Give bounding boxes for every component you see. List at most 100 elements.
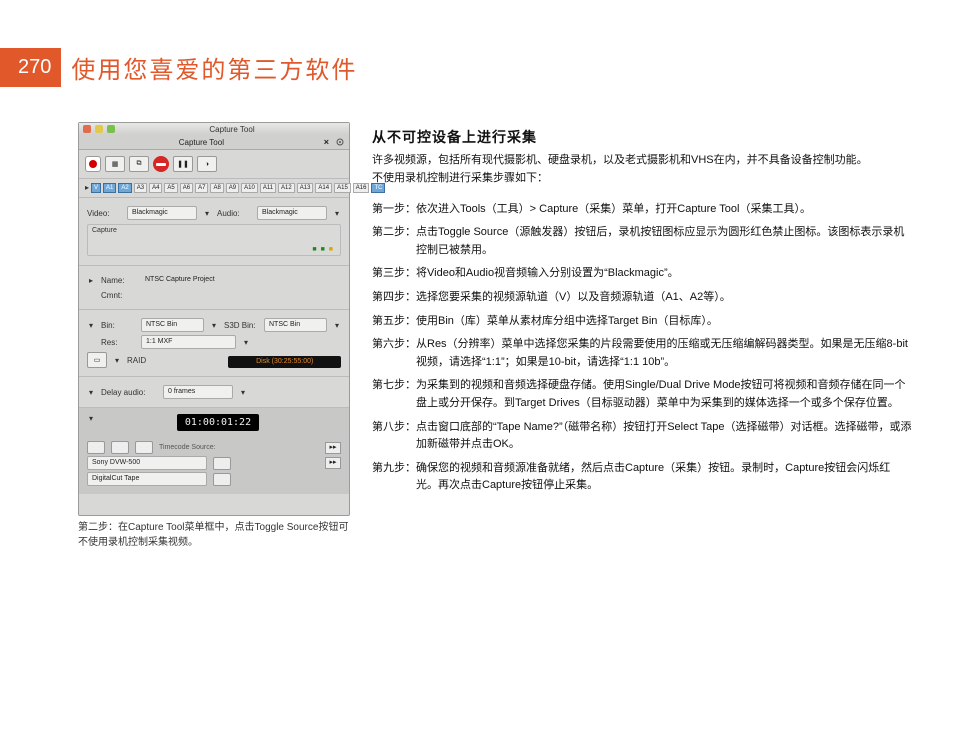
traffic-light-min-icon — [95, 125, 103, 133]
step-text: 选择您要采集的视频源轨道（V）以及音频源轨道（A1、A2等）。 — [416, 286, 912, 310]
track-button[interactable]: A3 — [134, 183, 147, 193]
list-item: 第五步：使用Bin（库）菜单从素材库分组中选择Target Bin（目标库）。 — [372, 310, 912, 334]
step-label: 第三步： — [372, 262, 416, 286]
body-text: 不使用录机控制进行采集步骤如下： — [372, 172, 548, 184]
track-button[interactable]: A8 — [210, 183, 223, 193]
disclosure-icon[interactable]: ▾ — [87, 388, 95, 397]
step-text: 将Video和Audio视音频输入分别设置为“Blackmagic”。 — [416, 262, 912, 286]
tc-button[interactable] — [213, 457, 231, 470]
page-title: 使用您喜爱的第三方软件 — [71, 50, 357, 85]
tc-source-dropdown[interactable]: Sony DVW-500 — [87, 456, 207, 470]
track-button[interactable]: A4 — [149, 183, 162, 193]
res-label: Res: — [101, 338, 135, 347]
disclosure-icon[interactable]: ▸ — [87, 276, 95, 285]
raid-label: RAID — [127, 356, 146, 365]
chevron-down-icon[interactable]: ▾ — [242, 338, 250, 347]
capture-preview: Capture ■ ■ ■ — [87, 224, 341, 256]
list-item: 第九步：确保您的视频和音频源准备就绪，然后点击Capture（采集）按钮。录制时… — [372, 457, 912, 498]
tc-button[interactable] — [87, 441, 105, 454]
bin-dropdown[interactable]: NTSC Bin — [141, 318, 204, 332]
delay-audio-label: Delay audio: — [101, 388, 157, 397]
track-button[interactable]: A9 — [226, 183, 239, 193]
track-button[interactable]: A6 — [180, 183, 193, 193]
list-item: 第一步：依次进入Tools（工具）> Capture（采集）菜单，打开Captu… — [372, 198, 912, 222]
tool-button[interactable]: ▦ — [105, 156, 125, 172]
cmnt-label: Cmnt: — [101, 291, 135, 300]
step-label: 第八步： — [372, 416, 416, 457]
traffic-light-close-icon — [83, 125, 91, 133]
step-text: 点击窗口底部的“Tape Name?”（磁带名称）按钮打开Select Tape… — [416, 416, 912, 457]
tool-title: Capture Tool — [79, 138, 324, 147]
list-item: 第二步：点击Toggle Source（源触发器）按钮后，录机按钮图标应显示为圆… — [372, 221, 912, 262]
cmnt-field[interactable] — [141, 289, 341, 301]
step-button[interactable]: ▸▸ — [325, 442, 341, 454]
pause-button[interactable]: ❚❚ — [173, 156, 193, 172]
step-button[interactable]: ▸▸ — [325, 457, 341, 469]
video-source-dropdown[interactable]: Blackmagic — [127, 206, 197, 220]
bin-label: Bin: — [101, 321, 135, 330]
window-titlebar: Capture Tool — [79, 123, 349, 135]
track-button[interactable]: A2 — [118, 183, 131, 193]
body-text: 许多视频源，包括所有现代摄影机、硬盘录机，以及老式摄影机和VHS在内，并不具备设… — [372, 154, 868, 166]
chevron-down-icon[interactable]: ▾ — [239, 388, 247, 397]
step-text: 点击Toggle Source（源触发器）按钮后，录机按钮图标应显示为圆形红色禁… — [416, 221, 912, 262]
disclosure-icon[interactable]: ▸ — [85, 183, 89, 193]
close-icon[interactable]: × — [324, 137, 329, 147]
disclosure-icon[interactable]: ▾ — [87, 414, 95, 423]
gear-icon[interactable] — [335, 137, 345, 147]
track-button[interactable]: A11 — [260, 183, 276, 193]
name-field[interactable]: NTSC Capture Project — [141, 274, 341, 286]
track-button[interactable]: A16 — [353, 183, 370, 193]
step-label: 第九步： — [372, 457, 416, 498]
res-dropdown[interactable]: 1:1 MXF — [141, 335, 236, 349]
track-button[interactable]: A7 — [195, 183, 208, 193]
track-button[interactable]: A15 — [334, 183, 351, 193]
chevron-down-icon[interactable]: ▾ — [333, 209, 341, 218]
steps-list: 第一步：依次进入Tools（工具）> Capture（采集）菜单，打开Captu… — [372, 198, 912, 498]
tc-button[interactable] — [135, 441, 153, 454]
track-button[interactable]: A10 — [241, 183, 258, 193]
drive-mode-button[interactable]: ▭ — [87, 352, 107, 368]
page-number-badge: 270 — [0, 48, 61, 87]
track-button[interactable]: A1 — [103, 183, 116, 193]
video-label: Video: — [87, 209, 121, 218]
track-selector-row: ▸ V A1 A2 A3 A4 A5 A6 A7 A8 A9 A10 A11 A… — [79, 179, 349, 198]
list-item: 第七步：为采集到的视频和音频选择硬盘存储。使用Single/Dual Drive… — [372, 374, 912, 415]
audio-source-dropdown[interactable]: Blackmagic — [257, 206, 327, 220]
chevron-down-icon[interactable]: ▾ — [113, 356, 121, 365]
track-button[interactable]: V — [91, 183, 101, 193]
audio-label: Audio: — [217, 209, 251, 218]
track-button[interactable]: A14 — [315, 183, 332, 193]
capture-label: Capture — [92, 227, 117, 234]
s3d-bin-dropdown[interactable]: NTSC Bin — [264, 318, 327, 332]
tape-name-button[interactable]: DigitalCut Tape — [87, 472, 207, 486]
chevron-down-icon[interactable]: ▾ — [210, 321, 218, 330]
tool-button[interactable]: ⧉ — [129, 156, 149, 172]
timecode-section: ▾ 01:00:01:22 Timecode Source: ▸▸ Sony D… — [79, 408, 349, 494]
toggle-source-no-entry-icon[interactable] — [153, 156, 169, 172]
track-button[interactable]: A5 — [164, 183, 177, 193]
capture-tool-screenshot: Capture Tool Capture Tool × ▦ ⧉ ❚❚ ◑ ▸ V… — [78, 122, 350, 516]
window-title: Capture Tool — [119, 125, 345, 134]
list-item: 第六步：从Res（分辨率）菜单中选择您采集的片段需要使用的压缩或无压缩编解码器类… — [372, 333, 912, 374]
tc-button[interactable] — [111, 441, 129, 454]
section-heading: 从不可控设备上进行采集 — [372, 126, 912, 148]
record-button[interactable] — [85, 156, 101, 172]
step-label: 第七步： — [372, 374, 416, 415]
track-button[interactable]: A13 — [297, 183, 314, 193]
tc-button[interactable] — [213, 473, 231, 486]
traffic-light-zoom-icon — [107, 125, 115, 133]
step-label: 第一步： — [372, 198, 416, 222]
step-text: 为采集到的视频和音频选择硬盘存储。使用Single/Dual Drive Mod… — [416, 374, 912, 415]
track-button[interactable]: A12 — [278, 183, 295, 193]
disclosure-icon[interactable]: ▾ — [87, 321, 95, 330]
timecode-display: 01:00:01:22 — [177, 414, 259, 431]
tool-subheader: Capture Tool × — [79, 135, 349, 150]
list-item: 第八步：点击窗口底部的“Tape Name?”（磁带名称）按钮打开Select … — [372, 416, 912, 457]
tool-button[interactable]: ◑ — [197, 156, 217, 172]
chevron-down-icon[interactable]: ▾ — [203, 209, 211, 218]
list-item: 第四步：选择您要采集的视频源轨道（V）以及音频源轨道（A1、A2等）。 — [372, 286, 912, 310]
delay-audio-dropdown[interactable]: 0 frames — [163, 385, 233, 399]
capture-toolbar: ▦ ⧉ ❚❚ ◑ — [79, 150, 349, 179]
chevron-down-icon[interactable]: ▾ — [333, 321, 341, 330]
